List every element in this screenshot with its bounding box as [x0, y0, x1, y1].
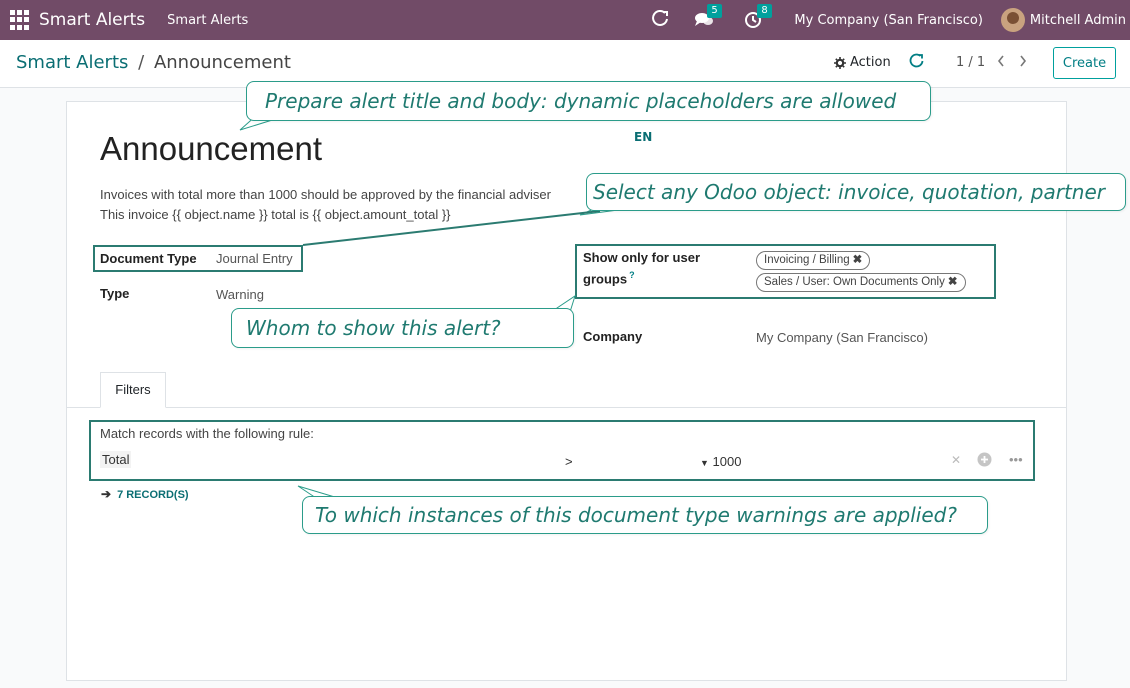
remove-tag-icon[interactable]: ✖: [948, 276, 958, 288]
filter-field-selector[interactable]: Total: [100, 451, 132, 468]
document-type-field[interactable]: Journal Entry: [216, 251, 293, 266]
tab-divider: [67, 407, 1066, 408]
reload-icon: [909, 53, 924, 68]
top-navbar: Smart Alerts Smart Alerts 5 8 My Company…: [0, 0, 1130, 40]
help-tooltip-icon[interactable]: ?: [629, 270, 635, 280]
apps-grid-icon[interactable]: [10, 10, 30, 30]
chevron-left-icon: [997, 55, 1004, 67]
plus-circle-icon: [977, 452, 992, 467]
callout-instances: To which instances of this document type…: [302, 496, 988, 534]
tab-filters[interactable]: Filters: [100, 372, 166, 408]
caret-down-icon: ▼: [700, 458, 709, 468]
filter-operator[interactable]: >: [565, 454, 573, 469]
breadcrumb-parent[interactable]: Smart Alerts: [16, 52, 128, 73]
arrow-right-icon: ➔: [101, 487, 112, 501]
company-field[interactable]: My Company (San Francisco): [756, 330, 928, 345]
action-label: Action: [850, 55, 891, 70]
activities-button[interactable]: 8: [744, 4, 772, 29]
user-avatar: [1000, 8, 1025, 32]
remove-tag-icon[interactable]: ✖: [853, 254, 863, 266]
app-brand[interactable]: Smart Alerts: [39, 10, 145, 30]
group-tag-label: Sales / User: Own Documents Only: [764, 276, 945, 288]
create-button[interactable]: Create: [1053, 47, 1116, 79]
alert-body-line-1[interactable]: Invoices with total more than 1000 shoul…: [100, 187, 551, 202]
records-count: 7 RECORD(S): [117, 489, 189, 501]
group-tag-label: Invoicing / Billing: [764, 254, 850, 266]
callout-whom: Whom to show this alert?: [231, 308, 574, 348]
breadcrumb: Smart Alerts / Announcement: [16, 52, 291, 73]
type-label: Type: [100, 286, 130, 301]
more-options-icon[interactable]: •••: [1009, 452, 1023, 467]
filter-rule-label: Match records with the following rule:: [100, 426, 314, 441]
user-menu[interactable]: Mitchell Admin: [1000, 8, 1126, 32]
pager-next-button[interactable]: [1018, 53, 1028, 73]
pager-previous-button[interactable]: [996, 53, 1006, 73]
callout-title-body: Prepare alert title and body: dynamic pl…: [246, 81, 931, 121]
filter-value-field[interactable]: ▼ 1000: [700, 454, 741, 469]
messages-button[interactable]: 5: [694, 4, 722, 29]
odoo-refresh-icon[interactable]: [652, 10, 670, 30]
document-type-label: Document Type: [100, 251, 197, 266]
company-label: Company: [583, 329, 643, 344]
messages-count-badge: 5: [707, 4, 722, 18]
group-tag-invoicing: Invoicing / Billing ✖: [756, 251, 871, 270]
activities-count-badge: 8: [757, 4, 772, 18]
user-groups-label-text: groups: [583, 271, 628, 287]
group-tag-sales: Sales / User: Own Documents Only ✖: [756, 273, 966, 292]
alert-body-line-2[interactable]: This invoice {{ object.name }} total is …: [100, 207, 451, 222]
user-groups-label-line-1: Show only for user: [583, 250, 701, 265]
reload-icon: [652, 10, 669, 26]
filter-value: 1000: [712, 454, 742, 469]
matching-records-link[interactable]: ➔ 7 RECORD(S): [101, 487, 189, 501]
breadcrumb-current: Announcement: [153, 52, 291, 73]
user-groups-label-line-2: groups?: [583, 270, 635, 286]
menu-smart-alerts[interactable]: Smart Alerts: [167, 13, 248, 28]
language-toggle[interactable]: EN: [634, 130, 652, 144]
breadcrumb-separator: /: [138, 52, 145, 73]
add-rule-icon[interactable]: [977, 452, 992, 470]
user-name: Mitchell Admin: [1029, 12, 1126, 28]
chevron-right-icon: [1020, 55, 1027, 67]
action-menu-button[interactable]: Action: [834, 55, 891, 70]
callout-object: Select any Odoo object: invoice, quotati…: [586, 173, 1126, 211]
type-field[interactable]: Warning: [216, 287, 264, 302]
pager-value[interactable]: 1 / 1: [956, 55, 985, 70]
form-reload-button[interactable]: [909, 53, 925, 75]
delete-rule-icon[interactable]: ✕: [951, 453, 961, 467]
company-switcher[interactable]: My Company (San Francisco): [794, 13, 982, 28]
alert-title-field[interactable]: Announcement: [100, 130, 322, 168]
gear-icon: [834, 56, 846, 69]
